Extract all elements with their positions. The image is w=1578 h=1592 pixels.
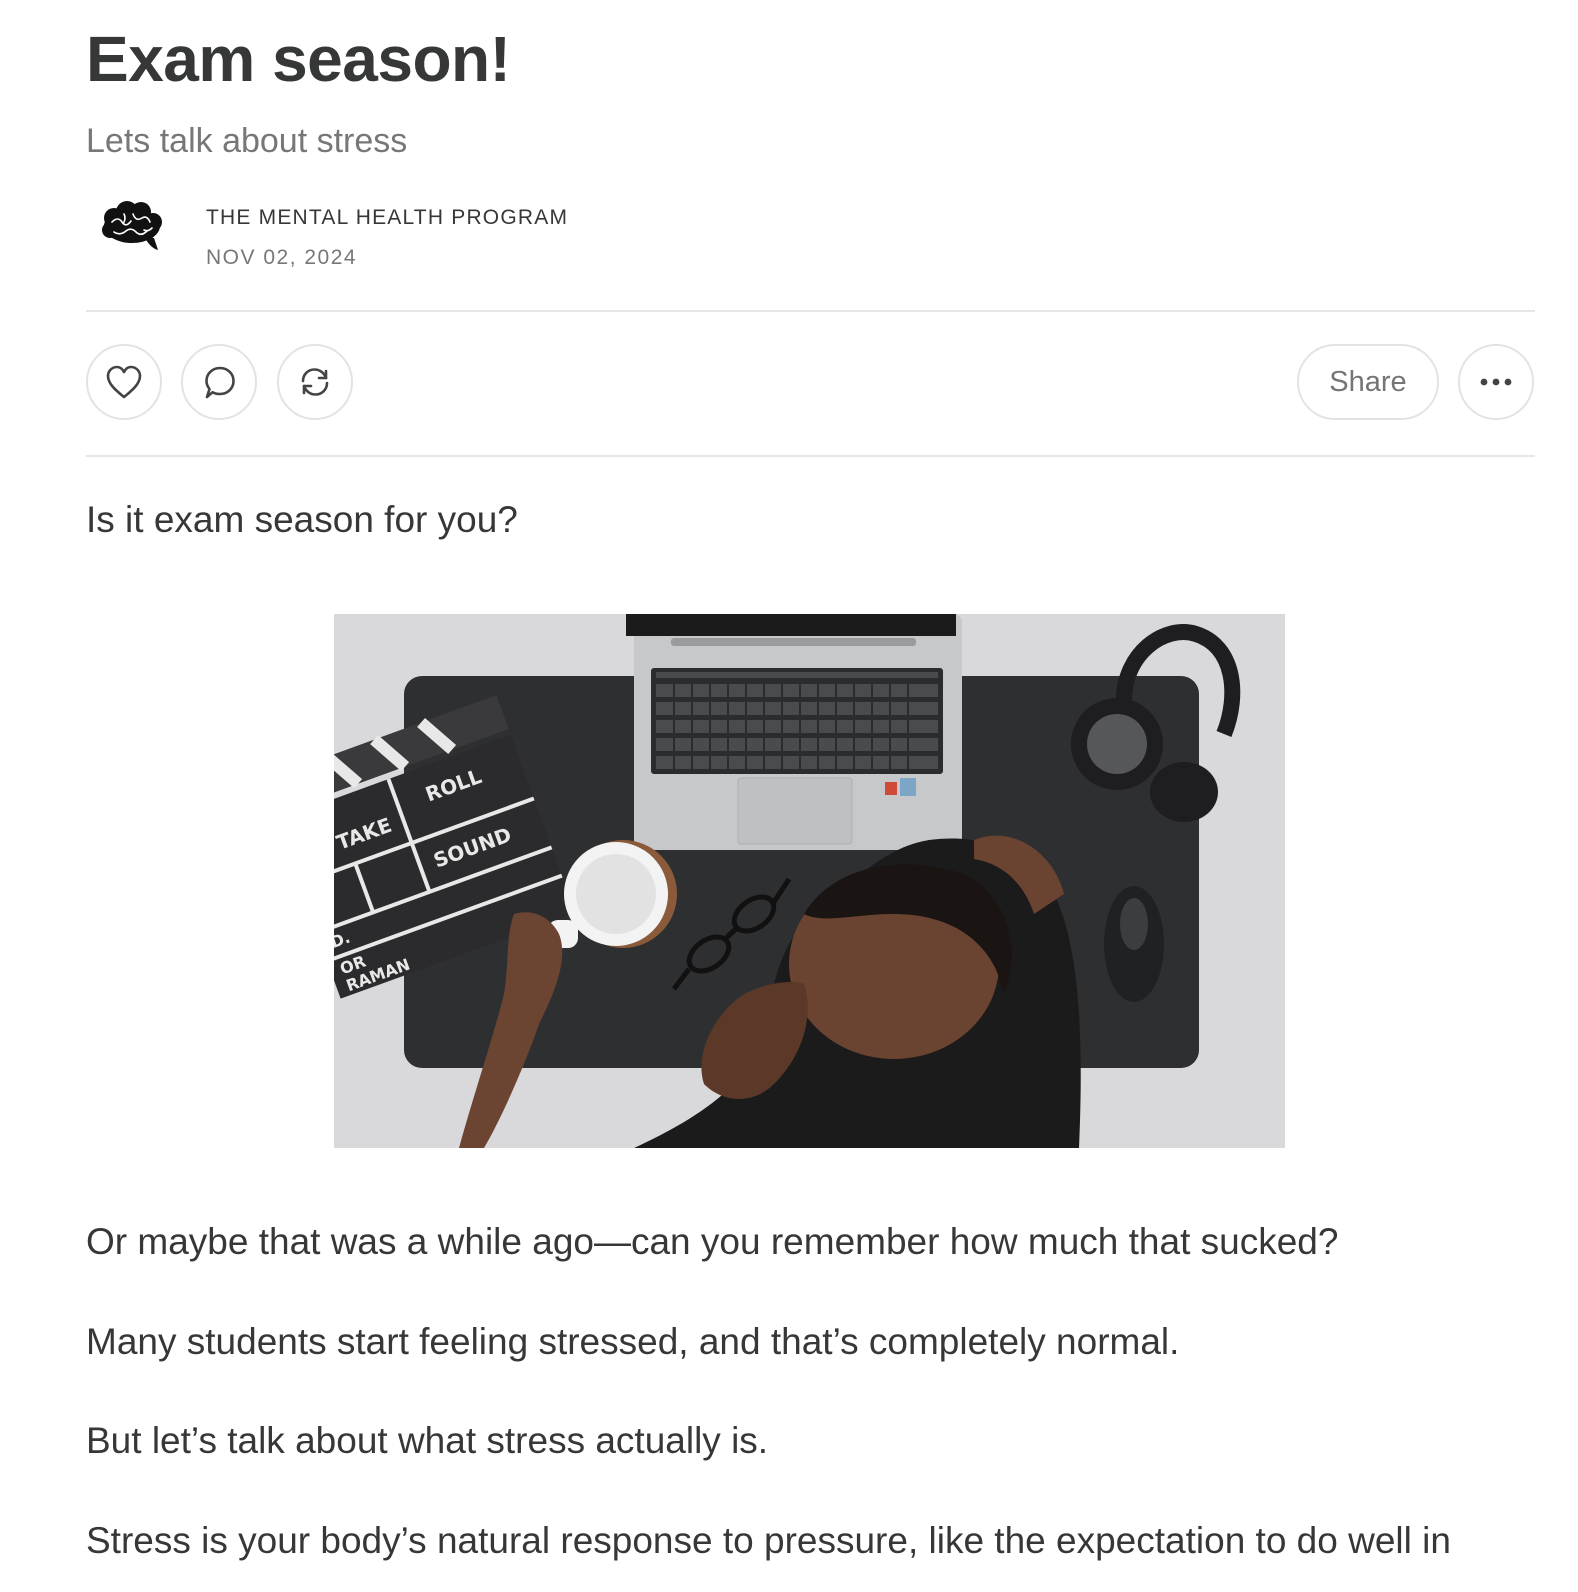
comment-button[interactable]: [181, 344, 257, 420]
publication-name[interactable]: THE MENTAL HEALTH PROGRAM: [206, 206, 568, 230]
body-paragraph: Stress is your body’s natural response t…: [86, 1520, 1451, 1561]
brain-icon[interactable]: [100, 200, 164, 256]
divider: [86, 455, 1535, 457]
post-title: Exam season!: [86, 23, 511, 95]
hero-image[interactable]: TAKE ROLL SOUND D. OR RAMAN: [334, 614, 1285, 1148]
more-options-button[interactable]: [1458, 344, 1534, 420]
like-button[interactable]: [86, 344, 162, 420]
ellipsis-icon: [1479, 377, 1513, 387]
body-paragraph: But let’s talk about what stress actuall…: [86, 1420, 769, 1461]
heart-icon: [105, 364, 143, 400]
body-paragraph: Is it exam season for you?: [86, 499, 518, 540]
restack-button[interactable]: [277, 344, 353, 420]
body-paragraph: Or maybe that was a while ago—can you re…: [86, 1221, 1339, 1262]
comment-bubble-icon: [200, 363, 238, 401]
divider: [86, 310, 1535, 312]
share-button[interactable]: Share: [1297, 344, 1439, 420]
body-paragraph: Many students start feeling stressed, an…: [86, 1321, 1180, 1362]
byline: THE MENTAL HEALTH PROGRAM NOV 02, 2024: [86, 196, 986, 286]
post-subtitle: Lets talk about stress: [86, 122, 408, 160]
post-date: NOV 02, 2024: [206, 246, 358, 269]
restack-arrows-icon: [296, 363, 334, 401]
